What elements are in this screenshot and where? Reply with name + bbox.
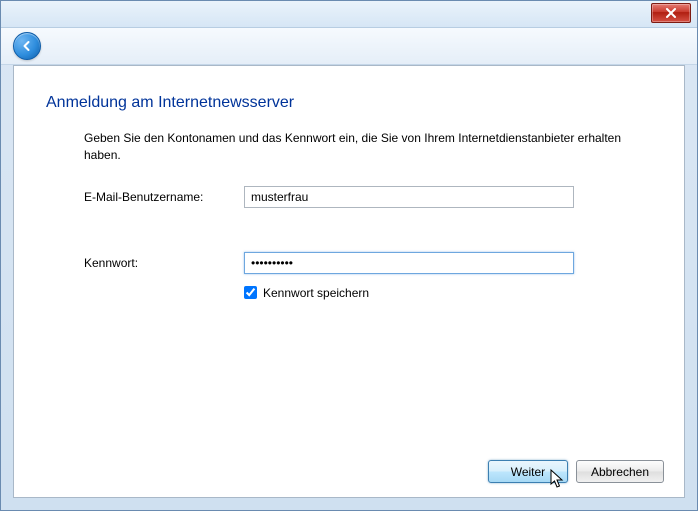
content-panel: Anmeldung am Internetnewsserver Geben Si… [13, 65, 685, 498]
username-input[interactable] [244, 186, 574, 208]
close-icon [665, 8, 677, 18]
nav-bar [1, 28, 697, 65]
instructions-text: Geben Sie den Kontonamen und das Kennwor… [84, 130, 644, 164]
back-arrow-icon [20, 39, 34, 53]
remember-password-row: Kennwort speichern [244, 286, 652, 300]
close-button[interactable] [651, 3, 691, 23]
username-row: E-Mail-Benutzername: [84, 186, 652, 208]
credentials-form: E-Mail-Benutzername: Kennwort: Kennwort … [84, 186, 652, 300]
button-bar: Weiter Abbrechen [488, 460, 664, 483]
title-bar [1, 1, 697, 28]
page-heading: Anmeldung am Internetnewsserver [46, 94, 652, 112]
next-button[interactable]: Weiter [488, 460, 568, 483]
password-input[interactable] [244, 252, 574, 274]
password-row: Kennwort: [84, 252, 652, 274]
remember-password-checkbox[interactable] [244, 286, 257, 299]
username-label: E-Mail-Benutzername: [84, 190, 244, 204]
cancel-button[interactable]: Abbrechen [576, 460, 664, 483]
password-label: Kennwort: [84, 256, 244, 270]
remember-password-label: Kennwort speichern [263, 286, 369, 300]
wizard-window: Anmeldung am Internetnewsserver Geben Si… [0, 0, 698, 511]
back-button[interactable] [13, 32, 41, 60]
